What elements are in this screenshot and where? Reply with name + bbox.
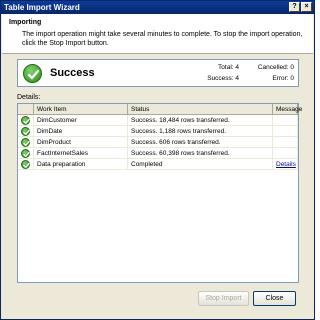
window-title: Table Import Wizard: [4, 3, 80, 12]
page-description: The import operation might take several …: [22, 31, 303, 47]
work-item-cell: Data preparation: [34, 159, 128, 170]
success-check-icon: [21, 149, 30, 158]
column-header-work-item[interactable]: Work Item: [34, 104, 128, 115]
table-row: FactInternetSales Success. 60,398 rows t…: [18, 148, 298, 159]
table-row: Data preparation Completed Details: [18, 159, 298, 170]
column-header-message[interactable]: Message: [273, 104, 302, 115]
page-title: Importing: [9, 19, 42, 26]
message-cell: [273, 115, 298, 126]
work-item-cell: DimCustomer: [34, 115, 128, 126]
grid-header: Work Item Status Message: [18, 104, 302, 115]
success-check-icon: [21, 116, 30, 125]
message-cell: [273, 137, 298, 148]
title-bar: Table Import Wizard ? ×: [1, 1, 314, 14]
header-icon-column: [18, 104, 34, 115]
status-cell: Completed: [128, 159, 273, 170]
header-panel: Importing The import operation might tak…: [2, 14, 313, 54]
status-summary: Success Total: 4 Cancelled: 0 Success: 4…: [17, 59, 299, 87]
table-row: DimCustomer Success. 18,484 rows transfe…: [18, 115, 298, 126]
status-cell: Success. 18,484 rows transferred.: [128, 115, 273, 126]
cancelled-count: Cancelled: 0: [257, 64, 294, 71]
table-row: DimDate Success. 1,188 rows transferred.: [18, 126, 298, 137]
success-check-icon: [21, 138, 30, 147]
details-grid: Work Item Status Message DimCustomer Suc…: [17, 103, 302, 283]
message-cell: [273, 148, 298, 159]
details-link[interactable]: Details: [276, 161, 296, 168]
status-cell: Success. 606 rows transferred.: [128, 137, 273, 148]
help-button[interactable]: ?: [289, 2, 300, 12]
stop-import-button[interactable]: Stop Import: [198, 291, 249, 306]
column-header-status[interactable]: Status: [128, 104, 273, 115]
table-import-wizard-window: Table Import Wizard ? × Importing The im…: [0, 0, 315, 320]
work-item-cell: DimDate: [34, 126, 128, 137]
status-cell: Success. 1,188 rows transferred.: [128, 126, 273, 137]
table-row: DimProduct Success. 606 rows transferred…: [18, 137, 298, 148]
message-cell: [273, 126, 298, 137]
work-item-cell: FactInternetSales: [34, 148, 128, 159]
work-item-cell: DimProduct: [34, 137, 128, 148]
status-cell: Success. 60,398 rows transferred.: [128, 148, 273, 159]
total-count: Total: 4: [218, 64, 239, 71]
details-label: Details:: [17, 94, 41, 101]
status-label: Success: [50, 67, 95, 79]
error-count: Error: 0: [272, 75, 294, 82]
close-button[interactable]: Close: [253, 291, 296, 306]
close-window-button[interactable]: ×: [301, 2, 312, 12]
success-check-icon: [21, 160, 30, 169]
success-count: Success: 4: [207, 75, 239, 82]
success-check-icon: [21, 127, 30, 136]
success-check-icon: [23, 64, 42, 83]
